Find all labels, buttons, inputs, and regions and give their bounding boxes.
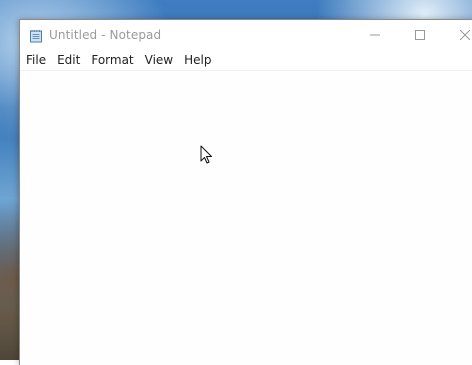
menu-view[interactable]: View xyxy=(145,53,179,67)
menu-format[interactable]: Format xyxy=(91,53,139,67)
maximize-icon xyxy=(415,30,425,40)
minimize-button[interactable] xyxy=(352,20,398,50)
window-title: Untitled - Notepad xyxy=(49,28,162,42)
maximize-button[interactable] xyxy=(397,20,443,50)
notepad-icon[interactable] xyxy=(29,28,43,43)
minimize-icon xyxy=(370,34,380,36)
menu-edit[interactable]: Edit xyxy=(57,53,86,67)
menu-file[interactable]: File xyxy=(26,53,52,67)
title-bar[interactable]: Untitled - Notepad xyxy=(20,20,472,50)
menu-help[interactable]: Help xyxy=(184,53,217,67)
close-button[interactable] xyxy=(442,20,472,50)
text-editor[interactable] xyxy=(20,71,472,365)
notepad-window: Untitled - Notepad File Edit Format View… xyxy=(19,19,472,365)
menu-bar: File Edit Format View Help xyxy=(20,50,472,71)
close-icon xyxy=(460,30,470,40)
